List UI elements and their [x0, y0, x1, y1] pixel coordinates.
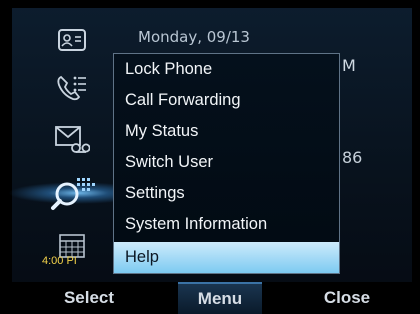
menu-item-my-status[interactable]: My Status: [114, 116, 339, 147]
background-text-fragment: 86: [342, 148, 363, 167]
search-icon[interactable]: [44, 166, 102, 222]
call-log-icon[interactable]: [52, 68, 92, 108]
top-bezel: [0, 0, 420, 8]
calendar-time-label: 4:00 PI: [42, 255, 77, 267]
menu-item-lock-phone[interactable]: Lock Phone: [114, 54, 339, 85]
popup-menu: Lock Phone Call Forwarding My Status Swi…: [113, 53, 340, 274]
menu-item-call-forwarding[interactable]: Call Forwarding: [114, 85, 339, 116]
menu-item-settings[interactable]: Settings: [114, 178, 339, 209]
softkey-bar: Select Menu Close: [0, 282, 420, 314]
voicemail-icon[interactable]: [52, 120, 92, 160]
right-bezel: [412, 0, 420, 282]
contacts-icon[interactable]: [52, 20, 92, 60]
menu-item-system-information[interactable]: System Information: [114, 209, 339, 240]
menu-item-switch-user[interactable]: Switch User: [114, 147, 339, 178]
date-label: Monday, 09/13: [138, 28, 250, 46]
menu-softkey[interactable]: Menu: [178, 282, 262, 314]
background-text-fragment: M: [342, 56, 356, 75]
menu-item-help[interactable]: Help: [114, 242, 339, 273]
select-softkey[interactable]: Select: [34, 282, 144, 314]
left-bezel: [0, 0, 12, 282]
close-softkey[interactable]: Close: [292, 282, 402, 314]
phone-screen: 4:00 PI Monday, 09/13 M 86 Lock Phone Ca…: [0, 0, 420, 314]
